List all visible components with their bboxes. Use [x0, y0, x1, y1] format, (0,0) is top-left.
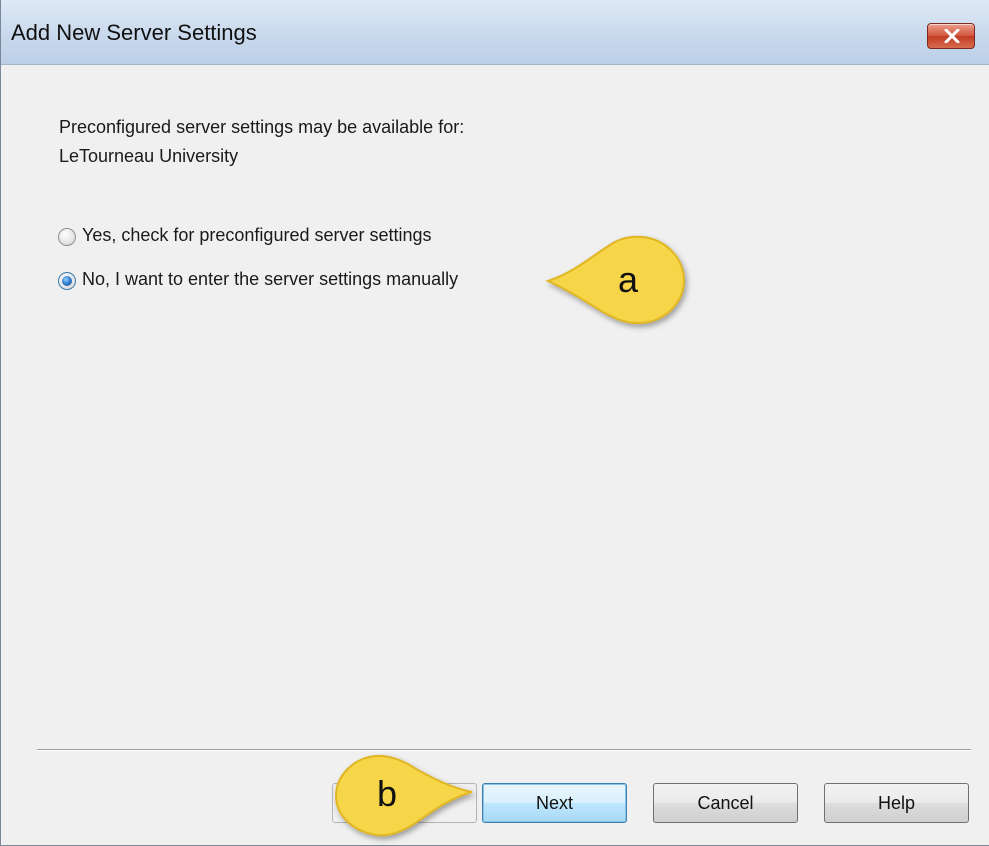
callout-a-bubble — [545, 235, 686, 325]
callout-a-label: a — [618, 259, 639, 300]
callout-b-bubble — [334, 754, 473, 837]
callout-a-shape — [334, 235, 686, 837]
callout-b-label: b — [377, 773, 398, 814]
